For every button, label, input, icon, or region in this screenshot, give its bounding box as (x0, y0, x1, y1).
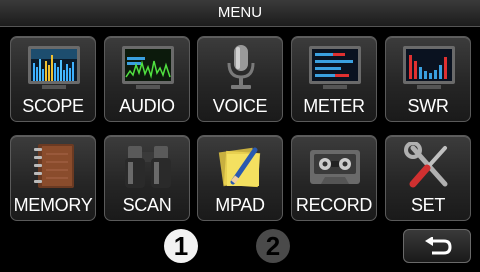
scope-label: SCOPE (22, 96, 84, 116)
swr-button[interactable]: SWR (385, 36, 471, 122)
set-label: SET (410, 195, 446, 215)
scan-label: SCAN (122, 195, 172, 215)
memory-label: MEMORY (13, 195, 93, 215)
memory-button[interactable]: MEMORY (10, 135, 96, 221)
mpad-button[interactable]: MPAD (197, 135, 283, 221)
record-button[interactable]: RECORD (291, 135, 377, 221)
mpad-label: MPAD (215, 195, 265, 215)
voice-label: VOICE (212, 96, 268, 116)
audio-label: AUDIO (119, 96, 175, 116)
spectrum-scope-icon (24, 43, 84, 93)
meter-icon (305, 43, 365, 93)
microphone-icon (211, 43, 271, 93)
cassette-icon (305, 142, 365, 192)
back-button[interactable] (403, 229, 471, 263)
tools-icon (399, 142, 459, 192)
swr-label: SWR (407, 96, 449, 116)
return-arrow-icon (425, 237, 452, 255)
set-button[interactable]: SET (385, 135, 471, 221)
meter-button[interactable]: METER (291, 36, 377, 122)
scope-button[interactable]: SCOPE (10, 36, 96, 122)
record-label: RECORD (295, 195, 373, 215)
page-2-indicator[interactable]: 2 (256, 229, 290, 263)
meter-label: METER (303, 96, 365, 116)
page-1-indicator[interactable]: 1 (164, 229, 198, 263)
menu-title: MENU (0, 0, 480, 27)
binoculars-icon (118, 142, 178, 192)
memo-pad-icon (211, 142, 271, 192)
audio-button[interactable]: AUDIO (104, 36, 190, 122)
notebook-icon (24, 142, 84, 192)
audio-scope-icon (118, 43, 178, 93)
voice-button[interactable]: VOICE (197, 36, 283, 122)
swr-graph-icon (399, 43, 459, 93)
scan-button[interactable]: SCAN (104, 135, 190, 221)
